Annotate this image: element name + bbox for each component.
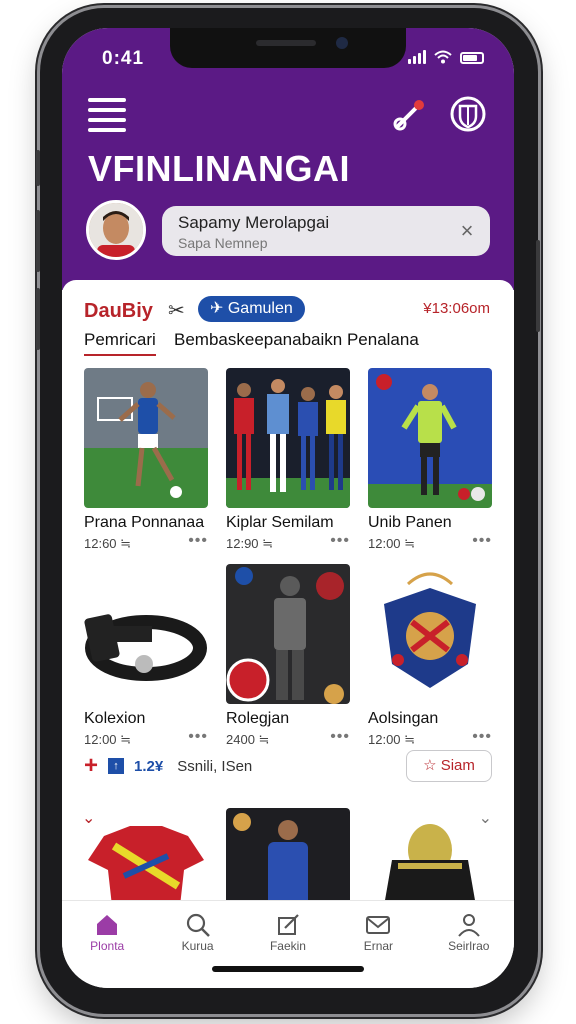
more-icon[interactable]: ••• [188, 728, 208, 746]
search-input[interactable]: Sapamy Merolapgai Sapa Nemnep × [162, 206, 490, 256]
more-icon[interactable]: ••• [188, 532, 208, 550]
menu-line [88, 108, 126, 112]
item-name: Rolegjan [226, 710, 290, 727]
pennant-product [368, 564, 492, 704]
search-icon [158, 911, 238, 939]
price-label: ¥13:06om [423, 300, 490, 317]
list-item[interactable]: Prana Ponnanaa 12:60 ≒ ••• [84, 368, 208, 552]
list-item[interactable]: Rolegjan 2400 ≒ ••• [226, 564, 350, 748]
nav-profile[interactable]: Seirlrao [429, 911, 509, 988]
star-icon: ☆ [423, 757, 441, 774]
player-photo [84, 368, 208, 508]
action-row: + ↑ 1.2¥ Ssnili, ISen [84, 754, 253, 778]
menu-line [88, 98, 126, 102]
row-text: Ssnili, ISen [177, 757, 253, 775]
nav-mail[interactable]: Ernar [338, 911, 418, 988]
list-item[interactable]: Aolsingan 12:00 ≒ ••• [368, 564, 492, 748]
list-item[interactable]: Unib Panen 12:00 ≒ ••• [368, 368, 492, 552]
list-item[interactable]: Kolexion 12:00 ≒ ••• [84, 564, 208, 748]
close-icon[interactable]: × [456, 220, 478, 242]
app-header: 0:41 VFINLINANGAI Sapamy Merolapgai Sapa… [62, 28, 514, 290]
notch [170, 28, 406, 68]
battery-icon [460, 52, 484, 64]
club-crest-icon[interactable] [448, 94, 488, 134]
status-icons [408, 50, 484, 64]
whistle-icon[interactable] [390, 94, 430, 134]
nav-label: Kurua [181, 939, 214, 953]
menu-line [88, 128, 126, 132]
edit-icon [248, 911, 328, 939]
item-name: Kiplar Semilam [226, 514, 334, 531]
more-icon[interactable]: ••• [330, 728, 350, 746]
signal-icon [408, 50, 426, 64]
menu-button[interactable] [88, 98, 126, 132]
siam-button[interactable]: ☆ Siam [406, 750, 492, 782]
plane-icon: ✈ [210, 300, 228, 317]
nav-home[interactable]: Plonta [67, 911, 147, 988]
profile-icon [429, 911, 509, 939]
menu-line [88, 118, 126, 122]
avatar[interactable] [86, 200, 146, 260]
item-name: Unib Panen [368, 514, 452, 531]
team-photo [226, 368, 350, 508]
power-button [536, 240, 540, 332]
volume-down-button [36, 288, 40, 350]
phone-screen: 0:41 VFINLINANGAI Sapamy Merolapgai Sapa… [62, 28, 514, 988]
category-pill[interactable]: ✈ Gamulen [198, 296, 305, 322]
more-icon[interactable]: ••• [472, 532, 492, 550]
statue-photo [226, 564, 350, 704]
nav-edit[interactable]: Faekin [248, 911, 328, 988]
siam-button-label: Siam [440, 757, 475, 774]
category-pill-label: Gamulen [227, 300, 293, 317]
status-time: 0:41 [102, 48, 145, 69]
tab-bembaskeepanabaikn[interactable]: Bembaskeepanabaikn Penalana [174, 330, 419, 350]
bottom-nav: Plonta Kurua Faekin Ernar Seirlrao [62, 900, 514, 988]
more-icon[interactable]: ••• [472, 728, 492, 746]
item-name: Kolexion [84, 710, 146, 727]
brand-label: DauBiy [84, 300, 153, 322]
nav-search[interactable]: Kurua [158, 911, 238, 988]
count-label: 1.2¥ [134, 757, 164, 775]
mail-icon [338, 911, 418, 939]
search-placeholder: Sapa Nemnep [178, 235, 268, 251]
search-title: Sapamy Merolapgai [178, 213, 330, 232]
item-name: Aolsingan [368, 710, 439, 727]
list-item[interactable]: Kiplar Semilam 12:90 ≒ ••• [226, 368, 350, 552]
front-camera [336, 37, 348, 49]
speaker [256, 40, 316, 46]
player-photo[interactable] [226, 808, 350, 908]
scissors-icon[interactable]: ✂ [168, 298, 185, 323]
content-card: DauBiy ✂ ✈ Gamulen ¥13:06om Pemricari Be… [62, 280, 514, 920]
mute-switch [36, 150, 40, 186]
add-icon[interactable]: + [84, 754, 98, 778]
nav-label: Faekin [269, 939, 306, 953]
wifi-icon [434, 50, 452, 64]
belt-product [84, 564, 208, 704]
tab-pemricari[interactable]: Pemricari [84, 330, 156, 356]
nav-label: Ernar [363, 939, 394, 953]
home-icon [67, 911, 147, 939]
app-title: VFINLINANGAI [88, 148, 350, 189]
volume-up-button [36, 210, 40, 272]
home-indicator[interactable] [212, 966, 364, 972]
more-icon[interactable]: ••• [330, 532, 350, 550]
goalkeeper-photo [368, 368, 492, 508]
nav-label: Seirlrao [448, 939, 490, 953]
item-name: Prana Ponnanaa [84, 514, 205, 531]
chevron-down-icon[interactable]: ⌄ [82, 808, 95, 828]
nav-label: Plonta [90, 939, 125, 953]
flag-icon: ↑ [108, 758, 125, 774]
